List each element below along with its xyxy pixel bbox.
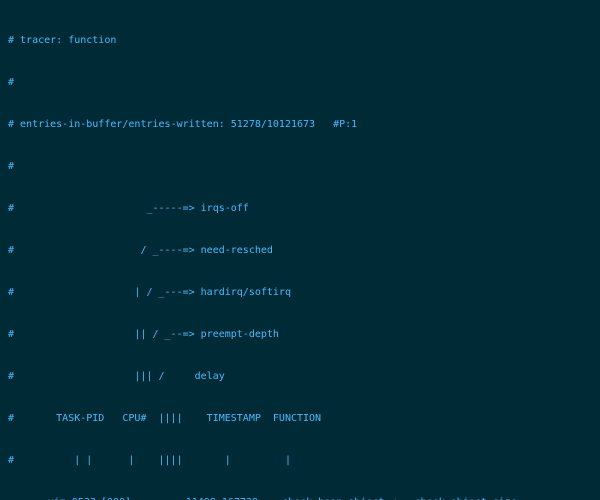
header-delay: # ||| / delay: [8, 370, 592, 384]
header-preempt: # || / _--=> preempt-depth: [8, 328, 592, 342]
task-pid: vim-9533: [16, 496, 96, 500]
ftrace-output: # tracer: function # # entries-in-buffer…: [0, 0, 600, 500]
header-columns: # TASK-PID CPU# |||| TIMESTAMP FUNCTION: [8, 412, 592, 426]
timestamp: 11498.167739:: [170, 496, 264, 500]
latency-flags: ....: [136, 496, 170, 500]
row-hash: [8, 496, 16, 500]
header-resched: # / _----=> need-resched: [8, 244, 592, 258]
trace-body: vim-9533[000]....11498.167739:__check_he…: [8, 496, 592, 500]
header-blank: #: [8, 160, 592, 174]
header-blank: #: [8, 76, 592, 90]
header-irqs: # _-----=> irqs-off: [8, 202, 592, 216]
header-tracer: # tracer: function: [8, 34, 592, 48]
header-hardirq: # | / _---=> hardirq/softirq: [8, 286, 592, 300]
function-call: __check_heap_object <-__check_object_siz…: [264, 496, 517, 500]
header-entries: # entries-in-buffer/entries-written: 512…: [8, 118, 592, 132]
header-bars: # | | | |||| | |: [8, 454, 592, 468]
cpu-number: [000]: [96, 496, 136, 500]
trace-row: vim-9533[000]....11498.167739:__check_he…: [8, 496, 592, 500]
